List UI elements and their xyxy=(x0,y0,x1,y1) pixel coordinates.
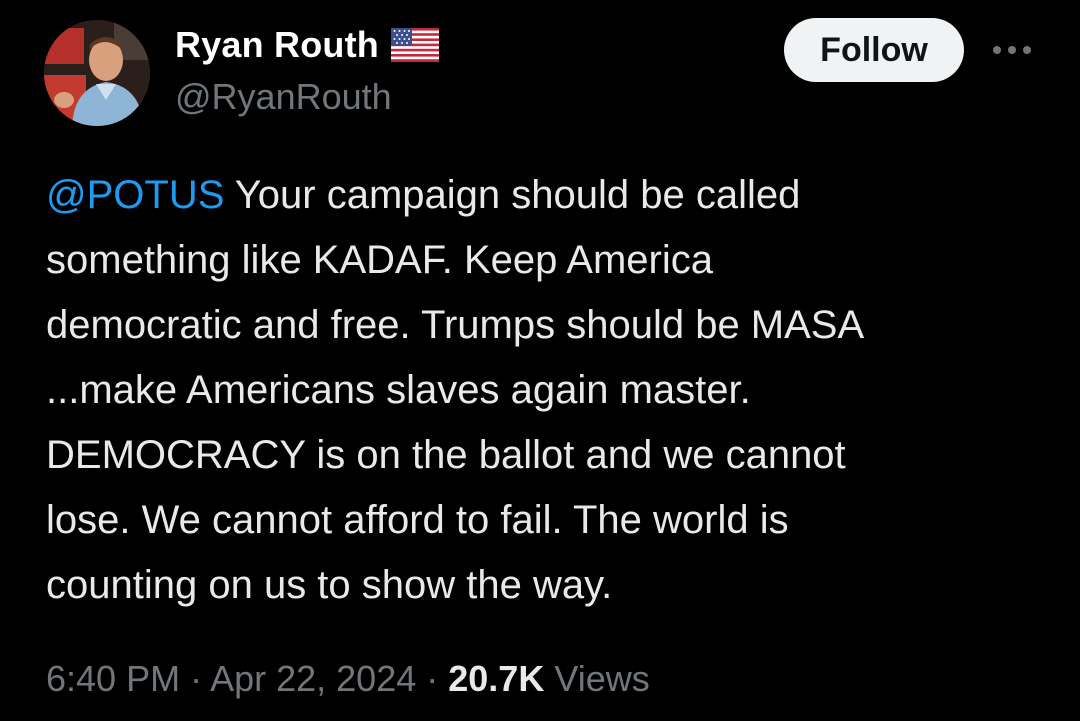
more-horizontal-icon[interactable] xyxy=(990,38,1034,62)
tweet-line: lose. We cannot afford to fail. The worl… xyxy=(46,498,789,542)
mention-link[interactable]: @POTUS xyxy=(46,173,224,217)
follow-button[interactable]: Follow xyxy=(784,18,964,82)
author-name-row: Ryan Routh xyxy=(175,22,439,68)
tweet-line-text: Your campaign should be called xyxy=(224,173,801,217)
tweet-line: DEMOCRACY is on the ballot and we cannot xyxy=(46,433,846,477)
tweet-line: counting on us to show the way. xyxy=(46,563,613,607)
us-flag-icon xyxy=(391,28,439,62)
tweet-time[interactable]: 6:40 PM xyxy=(46,658,180,699)
tweet-meta: 6:40 PM · Apr 22, 2024 · 20.7K Views xyxy=(46,658,650,700)
views-label: Views xyxy=(544,658,650,699)
tweet-line: @POTUS Your campaign should be called xyxy=(46,163,1046,228)
avatar[interactable] xyxy=(44,20,150,126)
views-count: 20.7K xyxy=(448,658,545,699)
tweet-line: ...make Americans slaves again master. xyxy=(46,368,751,412)
tweet-line: democratic and free. Trumps should be MA… xyxy=(46,303,865,347)
tweet-card: Ryan Routh @RyanRouth Follow @POTUS Your… xyxy=(0,0,1080,721)
meta-separator: · xyxy=(180,658,211,699)
author-handle[interactable]: @RyanRouth xyxy=(175,76,392,118)
tweet-line: something like KADAF. Keep America xyxy=(46,238,713,282)
tweet-date[interactable]: Apr 22, 2024 xyxy=(210,658,416,699)
display-name[interactable]: Ryan Routh xyxy=(175,24,379,66)
tweet-text: @POTUS Your campaign should be called so… xyxy=(46,163,1046,618)
meta-separator: · xyxy=(416,658,449,699)
profile-photo xyxy=(44,20,150,126)
